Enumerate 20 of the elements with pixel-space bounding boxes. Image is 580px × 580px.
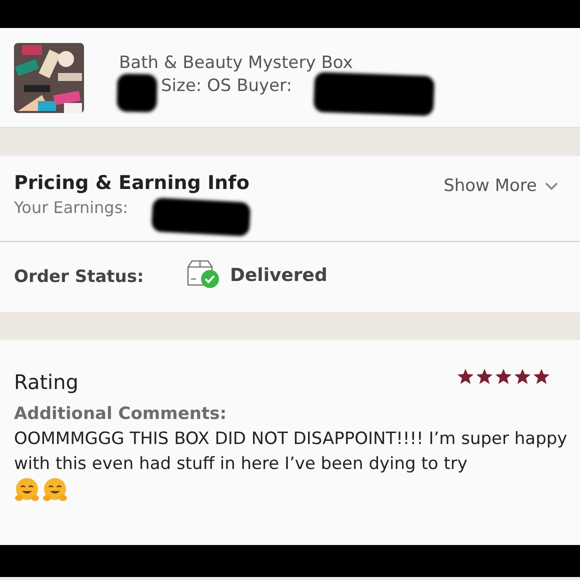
- star-icon: [457, 368, 474, 385]
- earnings-label: Your Earnings:: [14, 198, 130, 217]
- star-icon: [476, 368, 493, 385]
- redaction-mark: [116, 74, 158, 112]
- section-title: Pricing & Earning Info: [14, 172, 250, 194]
- star-icon: [495, 368, 512, 385]
- show-more-button[interactable]: Show More: [444, 172, 558, 200]
- star-icon: [514, 368, 531, 385]
- item-title: Bath & Beauty Mystery Box: [119, 53, 353, 73]
- order-status-value: Delivered: [230, 264, 328, 286]
- star-icon: [533, 368, 550, 385]
- rating-title: Rating: [14, 370, 78, 394]
- order-status-label: Order Status:: [14, 267, 145, 287]
- item-details: Size: OS Buyer:: [160, 76, 293, 96]
- hugging-smiley-icon: [14, 477, 40, 503]
- comment-text: OOMMMGGG THIS BOX DID NOT DISAPPOINT!!!! I’m super happy with this even had stuff in here I’ve been dying to try: [14, 428, 568, 476]
- delivered-box-icon: [186, 259, 220, 289]
- comments-label: Additional Comments:: [14, 404, 228, 424]
- chevron-down-icon: [545, 182, 558, 190]
- hugging-smiley-icon: [42, 477, 68, 503]
